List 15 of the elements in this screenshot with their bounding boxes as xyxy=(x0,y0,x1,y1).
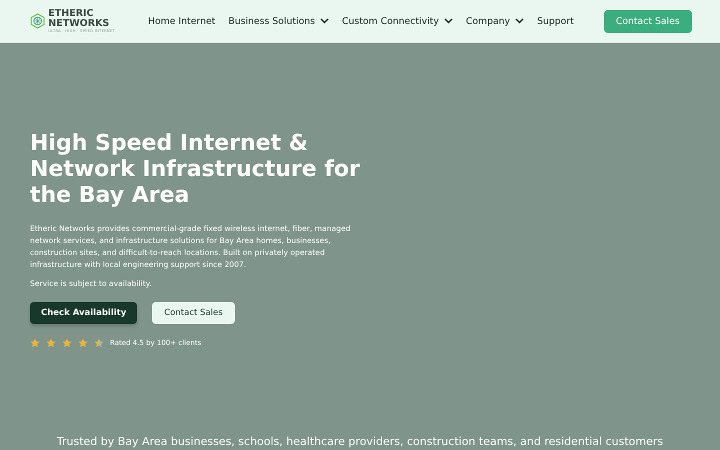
trusted-text: Trusted by Bay Area businesses, schools, healthcare providers, construction teams, and residential customers xyxy=(56,435,664,450)
check-availability-button[interactable]: Check Availability xyxy=(30,302,138,324)
nav-link[interactable]: Company xyxy=(466,16,524,26)
nav-link[interactable]: Custom Connectivity xyxy=(342,16,453,26)
star-icon xyxy=(46,338,56,348)
nav-link[interactable]: Support xyxy=(537,16,574,26)
hero-title: High Speed Internet & Network Infrastructure for the Bay Area xyxy=(30,131,361,209)
logo-name: ETHERIC NETWORKS xyxy=(48,8,110,29)
star-icon xyxy=(30,338,40,348)
star-icon xyxy=(62,338,72,348)
nav-link[interactable]: Business Solutions xyxy=(228,16,329,26)
star-icon xyxy=(78,338,88,348)
half-star-icon xyxy=(94,338,104,348)
nav-link[interactable]: Home Internet xyxy=(148,16,216,26)
contact-sales-button[interactable]: Contact Sales xyxy=(152,302,235,324)
